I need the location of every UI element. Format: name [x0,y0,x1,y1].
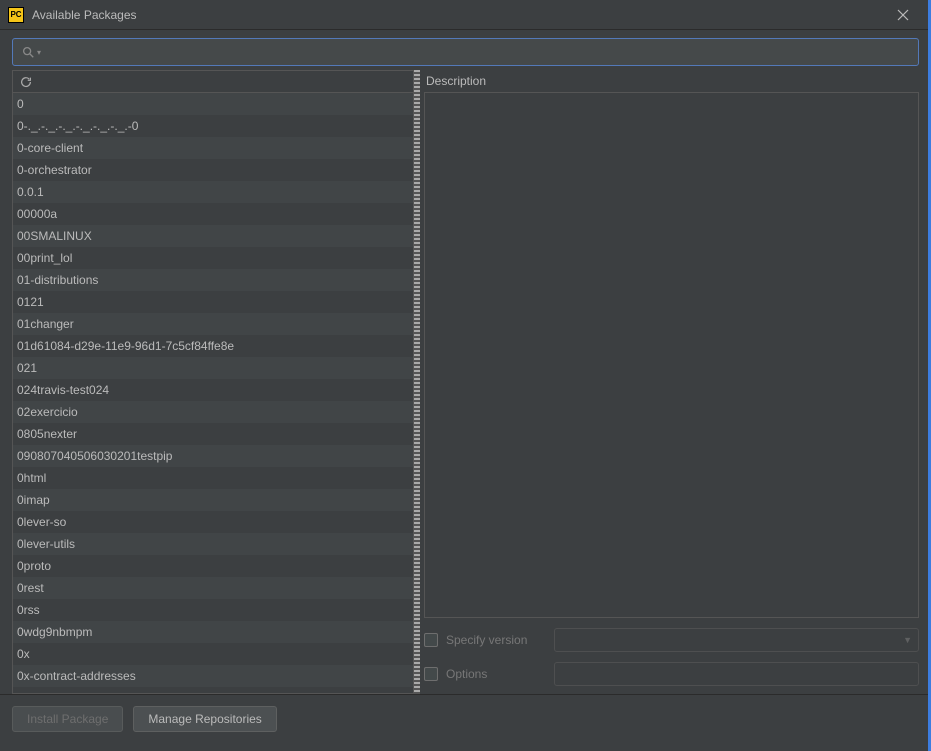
app-icon: PC [8,7,24,23]
package-list[interactable]: 00-._.-._.-._.-._.-._.-._.-00-core-clien… [13,93,413,693]
description-label: Description [424,70,919,92]
search-dropdown-icon[interactable]: ▾ [37,48,41,57]
package-item[interactable]: 0wdg9nbmpm [13,621,413,643]
package-item[interactable]: 0lever-so [13,511,413,533]
options-checkbox[interactable] [424,667,438,681]
package-item[interactable]: 0rest [13,577,413,599]
search-input[interactable] [47,45,910,59]
package-item[interactable]: 090807040506030201testpip [13,445,413,467]
package-item[interactable]: 02exercicio [13,401,413,423]
package-item[interactable]: 0-._.-._.-._.-._.-._.-._.-0 [13,115,413,137]
specify-version-label: Specify version [446,633,546,647]
left-panel: 00-._.-._.-._.-._.-._.-._.-00-core-clien… [12,70,414,694]
package-item[interactable]: 0x [13,643,413,665]
close-button[interactable] [883,0,923,30]
package-item[interactable]: 0rss [13,599,413,621]
package-item[interactable]: 0x-contract-addresses [13,665,413,687]
specify-version-checkbox[interactable] [424,633,438,647]
version-combo[interactable]: ▼ [554,628,919,652]
options-row: Options [424,660,919,688]
package-item[interactable]: 01-distributions [13,269,413,291]
package-item[interactable]: 0.0.1 [13,181,413,203]
package-item[interactable]: 0121 [13,291,413,313]
package-item[interactable]: 0805nexter [13,423,413,445]
package-item[interactable]: 0imap [13,489,413,511]
search-row: ▾ [0,30,931,70]
specify-version-row: Specify version ▼ [424,626,919,654]
description-box [424,92,919,618]
package-item[interactable]: 024travis-test024 [13,379,413,401]
titlebar: PC Available Packages [0,0,931,30]
package-item[interactable]: 00print_lol [13,247,413,269]
content-area: 00-._.-._.-._.-._.-._.-._.-00-core-clien… [0,70,931,694]
search-box[interactable]: ▾ [12,38,919,66]
search-icon [21,45,35,59]
package-item[interactable]: 0proto [13,555,413,577]
install-package-button[interactable]: Install Package [12,706,123,732]
manage-repositories-button[interactable]: Manage Repositories [133,706,276,732]
package-item[interactable]: 0lever-utils [13,533,413,555]
refresh-icon[interactable] [19,75,33,89]
package-item[interactable]: 01changer [13,313,413,335]
package-item[interactable]: 021 [13,357,413,379]
package-item[interactable]: 00000a [13,203,413,225]
options-label: Options [446,667,546,681]
package-item[interactable]: 0 [13,93,413,115]
package-item[interactable]: 0html [13,467,413,489]
chevron-down-icon: ▼ [903,635,912,645]
package-item[interactable]: 00SMALINUX [13,225,413,247]
package-item[interactable]: 0-orchestrator [13,159,413,181]
package-item[interactable]: 01d61084-d29e-11e9-96d1-7c5cf84ffe8e [13,335,413,357]
bottom-bar: Install Package Manage Repositories [0,694,931,742]
right-panel: Description Specify version ▼ Options [420,70,919,694]
toolbar [13,71,413,93]
package-item[interactable]: 0-core-client [13,137,413,159]
options-input[interactable] [554,662,919,686]
close-icon [897,9,909,21]
window-title: Available Packages [32,8,883,22]
